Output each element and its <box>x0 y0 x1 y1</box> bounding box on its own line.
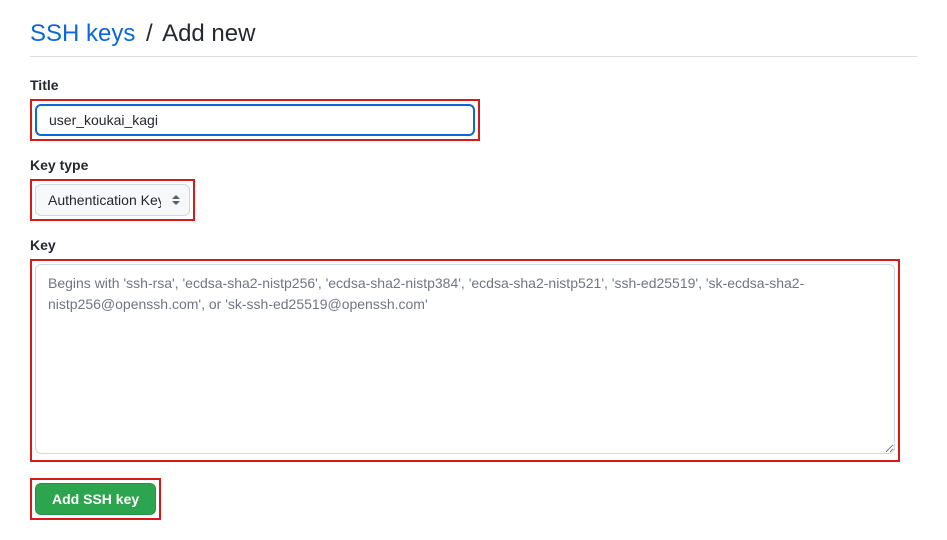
breadcrumb-ssh-keys-link[interactable]: SSH keys <box>30 20 135 47</box>
key-highlight <box>30 259 900 462</box>
submit-row: Add SSH key <box>30 478 917 520</box>
breadcrumb: SSH keys / Add new <box>30 20 917 57</box>
title-highlight <box>30 99 480 141</box>
key-label: Key <box>30 237 900 253</box>
title-group: Title <box>30 77 917 141</box>
breadcrumb-current: Add new <box>162 20 255 47</box>
keytype-select[interactable]: Authentication Key <box>35 184 190 216</box>
keytype-select-wrapper: Authentication Key <box>35 184 190 216</box>
title-input[interactable] <box>35 104 475 136</box>
keytype-highlight: Authentication Key <box>30 179 195 221</box>
breadcrumb-separator: / <box>146 20 153 47</box>
keytype-label: Key type <box>30 157 917 173</box>
submit-highlight: Add SSH key <box>30 478 161 520</box>
key-group: Key <box>30 237 900 462</box>
keytype-group: Key type Authentication Key <box>30 157 917 221</box>
title-label: Title <box>30 77 917 93</box>
add-ssh-key-button[interactable]: Add SSH key <box>35 483 156 515</box>
key-textarea[interactable] <box>35 264 895 454</box>
